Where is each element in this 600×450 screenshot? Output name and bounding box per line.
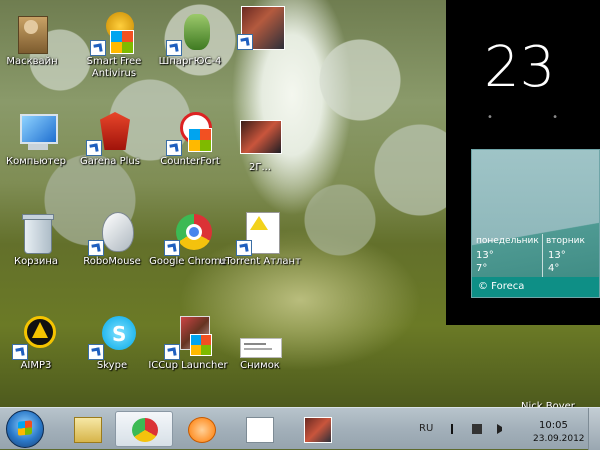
- garena-icon: [86, 112, 134, 156]
- weather-low-2: 4°: [548, 263, 560, 274]
- image-file-icon: [236, 118, 284, 162]
- desktop-icon-skype[interactable]: S Skype: [70, 316, 154, 372]
- flag-icon[interactable]: [451, 424, 463, 434]
- media-player-icon: [188, 417, 216, 443]
- icon-label: Skype: [96, 360, 128, 371]
- desktop-icon-utorrent-atlant[interactable]: uTorrent Атлант: [218, 212, 302, 268]
- icon-label: AIMP3: [20, 360, 52, 371]
- shortcut-arrow-icon: [166, 40, 182, 56]
- language-indicator[interactable]: RU: [419, 423, 433, 434]
- taskbar-button-chrome[interactable]: [115, 411, 173, 447]
- weather-high-1: 13°: [476, 250, 494, 261]
- shortcut-arrow-icon: [86, 140, 102, 156]
- date-number: 23: [484, 35, 556, 100]
- clock-date[interactable]: 23.09.2012: [533, 434, 585, 444]
- taskbar-button-document[interactable]: [230, 411, 288, 447]
- counterfort-icon: [166, 112, 214, 156]
- show-desktop-button[interactable]: [588, 408, 600, 450]
- user-folder-icon: [8, 12, 56, 56]
- game-image-icon: [237, 4, 285, 50]
- chrome-icon: [132, 418, 158, 442]
- document-icon: [246, 417, 274, 443]
- clock-time[interactable]: 10:05: [539, 420, 568, 431]
- mouse-icon: [88, 212, 136, 256]
- aimp-icon: [12, 316, 60, 360]
- desktop-icon-snimok[interactable]: Снимок: [218, 330, 302, 372]
- desktop-icon-image-file[interactable]: 2Г...: [218, 118, 302, 174]
- antivirus-icon: [90, 12, 138, 56]
- icon-label: Smart Free Antivirus: [86, 56, 142, 79]
- taskbar-button-game[interactable]: [288, 411, 346, 447]
- wallpaper-trees-right: [300, 0, 460, 280]
- shortcut-arrow-icon: [90, 40, 106, 56]
- taskbar-button-explorer[interactable]: [58, 411, 116, 447]
- skype-icon: S: [88, 316, 136, 360]
- shortcut-arrow-icon: [164, 344, 180, 360]
- shortcut-arrow-icon: [12, 344, 28, 360]
- icon-label: RoboMouse: [83, 256, 141, 267]
- start-button[interactable]: [6, 410, 44, 448]
- document-icon: [236, 212, 284, 256]
- icon-label: Компьютер: [6, 156, 66, 167]
- desktop-icon-computer[interactable]: Компьютер: [0, 112, 78, 168]
- weather-high-2: 13°: [548, 250, 566, 261]
- volume-icon[interactable]: [497, 424, 502, 434]
- recycle-bin-icon: [12, 212, 60, 256]
- desktop-icon-garena-plus[interactable]: Garena Plus: [68, 112, 152, 168]
- desktop-icon-aimp3[interactable]: AIMP3: [0, 316, 78, 372]
- weather-low-1: 7°: [476, 263, 488, 274]
- weather-tile[interactable]: понедельник вторник 13° 7° 13° 4° © Fore…: [471, 149, 600, 298]
- weather-day-1: понедельник: [476, 236, 539, 246]
- shortcut-arrow-icon: [236, 240, 252, 256]
- folder-icon: [74, 417, 102, 443]
- shortcut-arrow-icon: [166, 140, 182, 156]
- shpargus-icon: [166, 12, 214, 56]
- taskbar-button-media[interactable]: [172, 411, 230, 447]
- icon-label: ШпаргЮС-4: [158, 56, 222, 67]
- weather-day-2: вторник: [546, 236, 585, 246]
- icon-label: uTorrent Атлант: [219, 256, 301, 267]
- shortcut-arrow-icon: [88, 344, 104, 360]
- chrome-icon: [164, 212, 212, 256]
- windows-logo-icon: [18, 420, 32, 436]
- computer-icon: [12, 112, 60, 156]
- icon-label: Масквайн: [6, 56, 58, 67]
- icon-label: 2Г...: [249, 162, 271, 173]
- shortcut-arrow-icon: [164, 240, 180, 256]
- network-icon[interactable]: [472, 424, 482, 434]
- icon-label: Снимок: [240, 360, 280, 371]
- desktop-icon-recycle-bin[interactable]: Корзина: [0, 212, 78, 268]
- desktop-icon-smart-free-antivirus[interactable]: Smart Free Antivirus: [72, 12, 156, 80]
- day-separator: [542, 234, 543, 278]
- desktop-icon-game-shortcut[interactable]: [218, 4, 302, 50]
- iccup-icon: [164, 316, 212, 360]
- desktop-icon-maskvain[interactable]: Масквайн: [0, 12, 74, 68]
- game-icon: [304, 417, 332, 443]
- icon-label: Корзина: [13, 256, 59, 267]
- desktop-icon-robomouse[interactable]: RoboMouse: [70, 212, 154, 268]
- shortcut-arrow-icon: [237, 34, 253, 50]
- taskbar: RU 10:05 23.09.2012: [0, 407, 600, 450]
- date-dots: • •: [487, 112, 586, 123]
- weather-provider: © Foreca: [472, 277, 599, 297]
- icon-label: Garena Plus: [80, 156, 140, 167]
- shortcut-arrow-icon: [88, 240, 104, 256]
- screenshot-file-icon: [236, 330, 284, 360]
